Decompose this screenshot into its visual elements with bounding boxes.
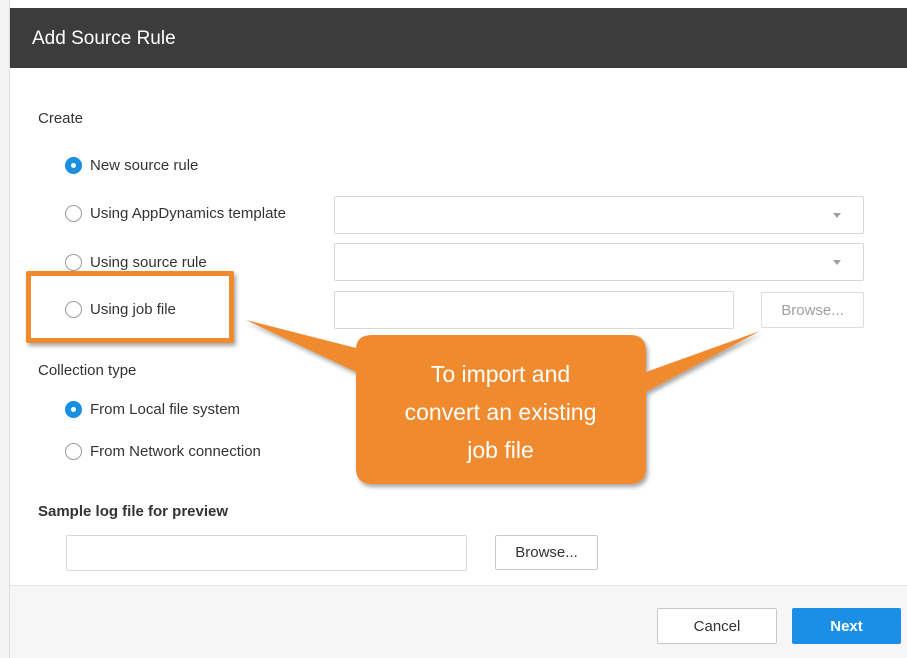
job-file-browse-button[interactable]: Browse... bbox=[761, 292, 864, 328]
radio-label: From Network connection bbox=[90, 443, 261, 460]
source-rule-select[interactable] bbox=[334, 243, 864, 281]
radio-unchecked-icon[interactable] bbox=[65, 254, 82, 271]
radio-source-rule[interactable]: Using source rule bbox=[65, 254, 207, 271]
job-file-input[interactable] bbox=[334, 291, 734, 329]
radio-appdynamics-template[interactable]: Using AppDynamics template bbox=[65, 205, 286, 222]
radio-network-connection[interactable]: From Network connection bbox=[65, 443, 261, 460]
radio-label: New source rule bbox=[90, 157, 199, 174]
radio-unchecked-icon[interactable] bbox=[65, 443, 82, 460]
radio-checked-icon[interactable] bbox=[65, 401, 82, 418]
sample-log-input[interactable] bbox=[66, 535, 467, 571]
radio-label: From Local file system bbox=[90, 401, 241, 418]
chevron-down-icon bbox=[833, 213, 841, 218]
dialog-title: Add Source Rule bbox=[32, 28, 176, 49]
dialog-footer: Cancel Next bbox=[10, 585, 907, 658]
cancel-button[interactable]: Cancel bbox=[657, 608, 777, 644]
sample-log-label: Sample log file for preview bbox=[38, 503, 229, 520]
create-section-label: Create bbox=[38, 110, 84, 127]
radio-label: Using AppDynamics template bbox=[90, 205, 286, 222]
dialog-titlebar: Add Source Rule bbox=[10, 8, 907, 68]
next-button[interactable]: Next bbox=[792, 608, 901, 644]
background-edge bbox=[0, 0, 10, 658]
radio-new-source-rule[interactable]: New source rule bbox=[65, 157, 198, 174]
annotation-highlight-box bbox=[26, 271, 234, 343]
chevron-down-icon bbox=[833, 260, 841, 265]
callout-line: job file bbox=[467, 437, 534, 463]
radio-unchecked-icon[interactable] bbox=[65, 205, 82, 222]
collection-type-label: Collection type bbox=[38, 362, 137, 379]
callout-text: To import and convert an existing job fi… bbox=[363, 355, 638, 469]
sample-log-browse-button[interactable]: Browse... bbox=[495, 535, 598, 570]
radio-checked-icon[interactable] bbox=[65, 157, 82, 174]
radio-label: Using source rule bbox=[90, 254, 207, 271]
radio-local-file-system[interactable]: From Local file system bbox=[65, 401, 240, 418]
callout-line: convert an existing bbox=[404, 399, 597, 425]
template-select[interactable] bbox=[334, 196, 864, 234]
callout-line: To import and bbox=[430, 361, 571, 387]
